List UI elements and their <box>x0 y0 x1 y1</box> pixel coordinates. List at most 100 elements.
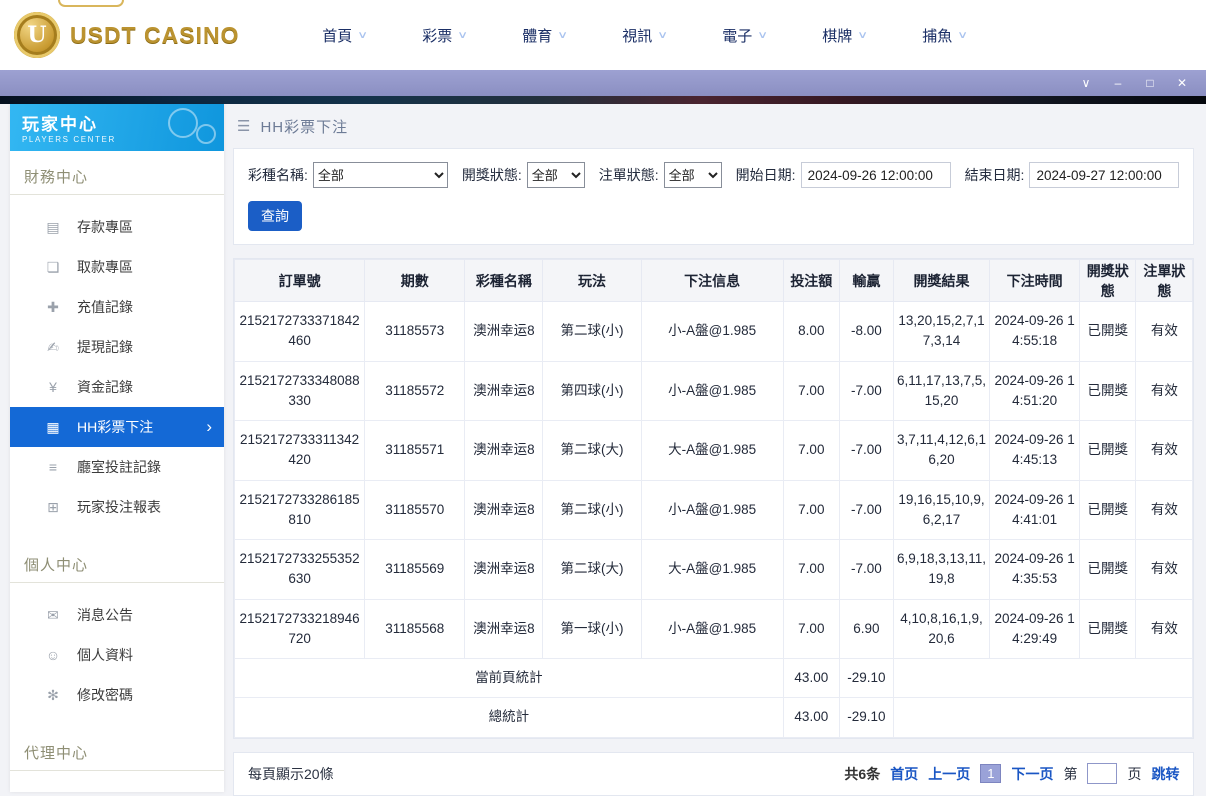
sidebar-item-deposit[interactable]: ▤ 存款專區 <box>10 207 224 247</box>
cell-bet-time: 2024-09-26 14:45:13 <box>989 420 1081 481</box>
cell-draw-result: 4,10,8,16,1,9,20,6 <box>892 598 991 659</box>
window-minimize-icon[interactable]: – <box>1102 70 1134 96</box>
deposit-icon: ▤ <box>46 218 60 235</box>
brand-badge-icon: U <box>14 12 60 58</box>
col-header-order-no: 訂單號 <box>233 259 366 302</box>
gold-tab-decoration <box>58 0 124 7</box>
cell-lottery: 澳洲幸运8 <box>464 360 544 421</box>
top-header: U USDT CASINO 首頁 ∨ 彩票 ∨ 體育 ∨ 視訊 ∨ 電子 ∨ 棋… <box>0 0 1206 70</box>
cell-play: 第四球(小) <box>542 360 642 421</box>
grand-total-label: 總統計 <box>234 697 784 738</box>
start-date-label: 開始日期: <box>735 167 796 183</box>
sidebar-item-withdraw[interactable]: ❏ 取款專區 <box>10 247 224 287</box>
page-total-label: 當前頁統計 <box>234 657 784 699</box>
draw-status-select[interactable]: 全部 <box>526 162 585 188</box>
prev-page-link[interactable]: 上一页 <box>928 764 970 784</box>
nav-item-home[interactable]: 首頁 ∨ <box>294 25 394 46</box>
sidebar-item-withdrawal-records[interactable]: ✍ 提現記錄 <box>10 327 224 367</box>
filter-row: 彩種名稱: 全部 開獎狀態: 全部 注單狀態: 全部 開始日期: 結束日期: <box>248 162 1180 188</box>
section-heading-personal: 個人中心 <box>10 547 224 583</box>
sidebar-item-player-bet-report[interactable]: ⊞ 玩家投注報表 <box>10 487 224 527</box>
cell-order-no: 2152172733348088330 <box>233 360 366 421</box>
cell-period: 31185568 <box>364 598 466 659</box>
sidebar-item-funds-records[interactable]: ¥ 資金記錄 <box>10 367 224 407</box>
cell-order-status: 有效 <box>1135 360 1194 421</box>
cell-order-no: 2152172733311342420 <box>233 420 366 481</box>
sidebar-group-agent: ❒ 代理規則說明 <box>10 771 224 792</box>
first-page-link[interactable]: 首页 <box>890 764 918 784</box>
cell-draw-status: 已開獎 <box>1079 301 1137 362</box>
nav-item-video[interactable]: 視訊 ∨ <box>594 25 694 46</box>
nav-item-label: 棋牌 <box>822 27 853 45</box>
nav-item-lottery[interactable]: 彩票 ∨ <box>394 25 494 46</box>
pagination-bar: 每頁顯示20條 共6条 首页 上一页 1 下一页 第 页 跳转 <box>233 751 1195 796</box>
cell-bet-time: 2024-09-26 14:41:01 <box>989 479 1081 540</box>
table-row: 2152172733348088330 31185572 澳洲幸运8 第四球(小… <box>233 360 1194 421</box>
page-total-win-loss: -29.10 <box>838 657 894 699</box>
funds-record-icon: ¥ <box>49 379 57 395</box>
brand-logo[interactable]: U USDT CASINO <box>14 12 239 58</box>
current-page-indicator[interactable]: 1 <box>980 764 1002 783</box>
next-page-link[interactable]: 下一页 <box>1011 764 1053 784</box>
search-button[interactable]: 查詢 <box>248 201 302 231</box>
chevron-right-icon: › <box>206 417 212 436</box>
cell-bet-amount: 7.00 <box>782 598 840 659</box>
sidebar-item-label: 取款專區 <box>77 259 133 275</box>
end-date-input[interactable] <box>1029 162 1180 188</box>
sidebar-item-agent-rules[interactable]: ❒ 代理規則說明 <box>10 783 224 792</box>
cell-lottery: 澳洲幸运8 <box>464 479 544 540</box>
nav-item-board-games[interactable]: 棋牌 ∨ <box>794 25 894 46</box>
cell-bet-amount: 7.00 <box>782 420 840 481</box>
table-row: 2152172733371842460 31185573 澳洲幸运8 第二球(小… <box>233 301 1194 362</box>
sidebar-item-hh-lottery-bets[interactable]: ▦ HH彩票下注 › <box>10 407 224 447</box>
sidebar-group-finance: ▤ 存款專區 ❏ 取款專區 ✚ 充值記錄 ✍ 提現記錄 ¥ 資金記錄 ▦ HH彩… <box>10 195 224 539</box>
main-panel: ☰ HH彩票下注 彩種名稱: 全部 開獎狀態: 全部 注單狀態: 全部 開始日期… <box>233 104 1195 796</box>
cell-order-no: 2152172733286185810 <box>233 479 366 540</box>
table-row: 2152172733286185810 31185570 澳洲幸运8 第二球(小… <box>233 479 1194 540</box>
jump-link[interactable]: 跳转 <box>1151 764 1179 784</box>
col-header-draw-result: 開獎結果 <box>892 259 991 302</box>
order-status-select[interactable]: 全部 <box>663 162 722 188</box>
window-title-bar: ∨ – □ ✕ <box>0 70 1206 96</box>
sidebar-item-room-bet-records[interactable]: ≡ 廳室投註記錄 <box>10 447 224 487</box>
cell-period: 31185569 <box>364 539 466 600</box>
window-maximize-icon[interactable]: □ <box>1134 70 1166 96</box>
end-date-label: 結束日期: <box>964 167 1025 183</box>
col-header-period: 期數 <box>364 259 466 302</box>
window-close-icon[interactable]: ✕ <box>1166 70 1198 96</box>
cashout-record-icon: ✍ <box>47 338 59 355</box>
window-collapse-icon[interactable]: ∨ <box>1070 70 1102 96</box>
cell-win-loss: -8.00 <box>838 301 894 362</box>
nav-item-sports[interactable]: 體育 ∨ <box>494 25 594 46</box>
sidebar-item-recharge-records[interactable]: ✚ 充值記錄 <box>10 287 224 327</box>
cell-bet-time: 2024-09-26 14:51:20 <box>989 360 1081 421</box>
sidebar-item-label: 廳室投註記錄 <box>77 459 161 475</box>
sidebar-item-change-password[interactable]: ✻ 修改密碼 <box>10 675 224 715</box>
cell-draw-result: 19,16,15,10,9,6,2,17 <box>892 479 991 540</box>
lottery-name-select[interactable]: 全部 <box>312 162 448 188</box>
nav-item-slots[interactable]: 電子 ∨ <box>694 25 794 46</box>
cell-win-loss: -7.00 <box>838 420 894 481</box>
sidebar-item-label: 玩家投注報表 <box>77 499 161 515</box>
table-row: 2152172733218946720 31185568 澳洲幸运8 第一球(小… <box>233 598 1194 659</box>
sidebar-item-label: 存款專區 <box>77 219 133 235</box>
page-jump-input[interactable] <box>1087 763 1118 784</box>
cell-order-status: 有效 <box>1135 598 1194 659</box>
profile-icon: ☺ <box>45 647 61 663</box>
sidebar-item-profile[interactable]: ☺ 個人資料 <box>10 635 224 675</box>
cell-draw-result: 3,7,11,4,12,6,16,20 <box>892 420 991 481</box>
cell-order-no: 2152172733371842460 <box>233 301 366 362</box>
sidebar-item-announcements[interactable]: ✉ 消息公告 <box>10 595 224 635</box>
cell-period: 31185573 <box>364 301 466 362</box>
section-heading-finance: 財務中心 <box>10 159 224 195</box>
cell-play: 第二球(大) <box>542 420 642 481</box>
cell-play: 第二球(小) <box>542 301 642 362</box>
cell-draw-status: 已開獎 <box>1079 598 1137 659</box>
nav-item-fishing[interactable]: 捕魚 ∨ <box>894 25 994 46</box>
section-heading-agent: 代理中心 <box>10 735 224 771</box>
cell-period: 31185571 <box>364 420 466 481</box>
total-count: 共6条 <box>844 765 881 782</box>
bets-table-panel: 訂單號 期數 彩種名稱 玩法 下注信息 投注額 輸贏 開獎結果 下注時間 開獎狀… <box>233 258 1195 739</box>
lottery-bet-icon: ▦ <box>46 418 60 435</box>
start-date-input[interactable] <box>800 162 951 188</box>
